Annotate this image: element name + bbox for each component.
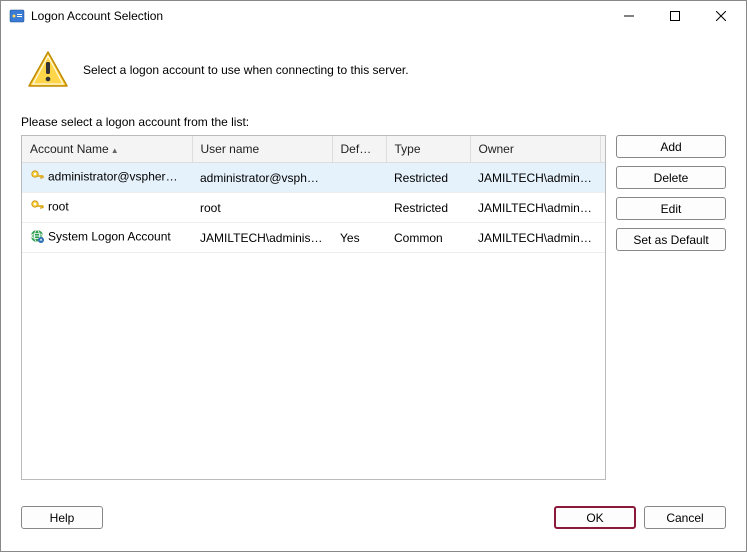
warning-icon bbox=[27, 49, 69, 91]
key-icon bbox=[30, 169, 44, 186]
cell-type: Restricted bbox=[386, 163, 470, 193]
sort-asc-icon: ▲ bbox=[111, 146, 119, 155]
close-button[interactable] bbox=[698, 1, 744, 31]
col-default[interactable]: Default bbox=[332, 136, 386, 163]
table-row[interactable]: administrator@vsphere.loadministrator@vs… bbox=[22, 163, 606, 193]
col-user-name[interactable]: User name bbox=[192, 136, 332, 163]
header-row: Select a logon account to use when conne… bbox=[21, 49, 726, 91]
help-button[interactable]: Help bbox=[21, 506, 103, 529]
cell-default bbox=[332, 193, 386, 223]
globe-icon bbox=[30, 229, 44, 246]
cell-account-name: root bbox=[22, 193, 192, 223]
col-type[interactable]: Type bbox=[386, 136, 470, 163]
col-spacer bbox=[600, 136, 606, 163]
cell-user-name: root bbox=[192, 193, 332, 223]
edit-button[interactable]: Edit bbox=[616, 197, 726, 220]
cell-default bbox=[332, 163, 386, 193]
set-default-button[interactable]: Set as Default bbox=[616, 228, 726, 251]
maximize-button[interactable] bbox=[652, 1, 698, 31]
content-area: Select a logon account to use when conne… bbox=[1, 31, 746, 494]
footer: Help OK Cancel bbox=[1, 494, 746, 545]
col-owner[interactable]: Owner bbox=[470, 136, 600, 163]
table-row[interactable]: System Logon AccountJAMILTECH\administ…Y… bbox=[22, 223, 606, 253]
cell-default: Yes bbox=[332, 223, 386, 253]
cell-account-name: administrator@vsphere.lo bbox=[22, 163, 192, 193]
cancel-button[interactable]: Cancel bbox=[644, 506, 726, 529]
cell-owner: JAMILTECH\admini… bbox=[470, 223, 600, 253]
window-controls bbox=[606, 1, 744, 31]
side-buttons: Add Delete Edit Set as Default bbox=[616, 135, 726, 480]
cell-owner: JAMILTECH\admini… bbox=[470, 163, 600, 193]
minimize-button[interactable] bbox=[606, 1, 652, 31]
add-button[interactable]: Add bbox=[616, 135, 726, 158]
table-row[interactable]: rootroot RestrictedJAMILTECH\admini… bbox=[22, 193, 606, 223]
list-label: Please select a logon account from the l… bbox=[21, 115, 726, 129]
accounts-grid[interactable]: Account Name▲ User name Default Type Own… bbox=[21, 135, 606, 480]
grid-header-row: Account Name▲ User name Default Type Own… bbox=[22, 136, 606, 163]
cell-user-name: administrator@vsphe… bbox=[192, 163, 332, 193]
col-account-name[interactable]: Account Name▲ bbox=[22, 136, 192, 163]
header-text: Select a logon account to use when conne… bbox=[83, 63, 409, 77]
cell-account-name: System Logon Account bbox=[22, 223, 192, 253]
titlebar: Logon Account Selection bbox=[1, 1, 746, 31]
app-icon bbox=[9, 8, 25, 24]
key-icon bbox=[30, 199, 44, 216]
cell-user-name: JAMILTECH\administ… bbox=[192, 223, 332, 253]
window-title: Logon Account Selection bbox=[31, 9, 606, 23]
main-area: Account Name▲ User name Default Type Own… bbox=[21, 135, 726, 480]
ok-button[interactable]: OK bbox=[554, 506, 636, 529]
cell-owner: JAMILTECH\admini… bbox=[470, 193, 600, 223]
cell-type: Common bbox=[386, 223, 470, 253]
delete-button[interactable]: Delete bbox=[616, 166, 726, 189]
cell-type: Restricted bbox=[386, 193, 470, 223]
